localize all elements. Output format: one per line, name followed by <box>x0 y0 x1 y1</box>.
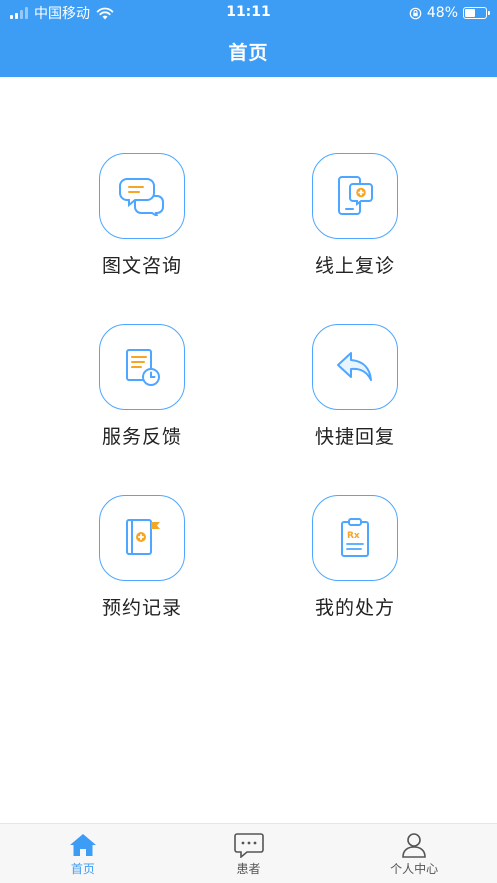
page-title: 首页 <box>228 42 269 64</box>
medical-book-icon <box>99 495 185 581</box>
phone-medical-icon <box>312 153 398 239</box>
tab-patients[interactable]: 患者 <box>166 824 332 883</box>
feature-label: 快捷回复 <box>314 426 395 448</box>
tab-label: 首页 <box>70 862 95 876</box>
feature-service-feedback[interactable]: 服务反馈 <box>72 324 212 459</box>
tab-label: 患者 <box>236 862 261 876</box>
message-icon <box>233 833 264 858</box>
battery-percent: 48% <box>426 5 458 21</box>
feature-appointment-records[interactable]: 预约记录 <box>72 495 212 630</box>
feature-image-text-consult[interactable]: 图文咨询 <box>72 153 212 288</box>
tab-bar: 首页 患者 个人中心 <box>0 823 497 883</box>
app-header: 中国移动 11:11 48% 首页 <box>0 0 497 77</box>
tab-profile[interactable]: 个人中心 <box>331 824 497 883</box>
feature-label: 我的处方 <box>314 597 395 619</box>
feature-label: 服务反馈 <box>101 426 182 448</box>
feature-label: 线上复诊 <box>314 255 395 277</box>
feature-label: 图文咨询 <box>101 255 182 277</box>
tab-home[interactable]: 首页 <box>0 824 166 883</box>
rotation-lock-icon <box>409 7 422 19</box>
svg-text:Rx: Rx <box>347 531 360 541</box>
document-clock-icon <box>99 324 185 410</box>
feature-quick-reply[interactable]: 快捷回复 <box>285 324 425 459</box>
status-right: 48% <box>409 4 490 22</box>
feature-online-revisit[interactable]: 线上复诊 <box>285 153 425 288</box>
tab-label: 个人中心 <box>390 862 439 876</box>
feature-my-prescriptions[interactable]: Rx 我的处方 <box>285 495 425 630</box>
chat-bubbles-icon <box>99 153 185 239</box>
person-icon <box>402 833 426 858</box>
feature-label: 预约记录 <box>101 597 182 619</box>
reply-arrow-icon <box>312 324 398 410</box>
prescription-icon: Rx <box>312 495 398 581</box>
status-bar: 中国移动 11:11 48% <box>0 0 497 26</box>
home-icon <box>69 834 96 856</box>
battery-icon <box>463 7 490 19</box>
